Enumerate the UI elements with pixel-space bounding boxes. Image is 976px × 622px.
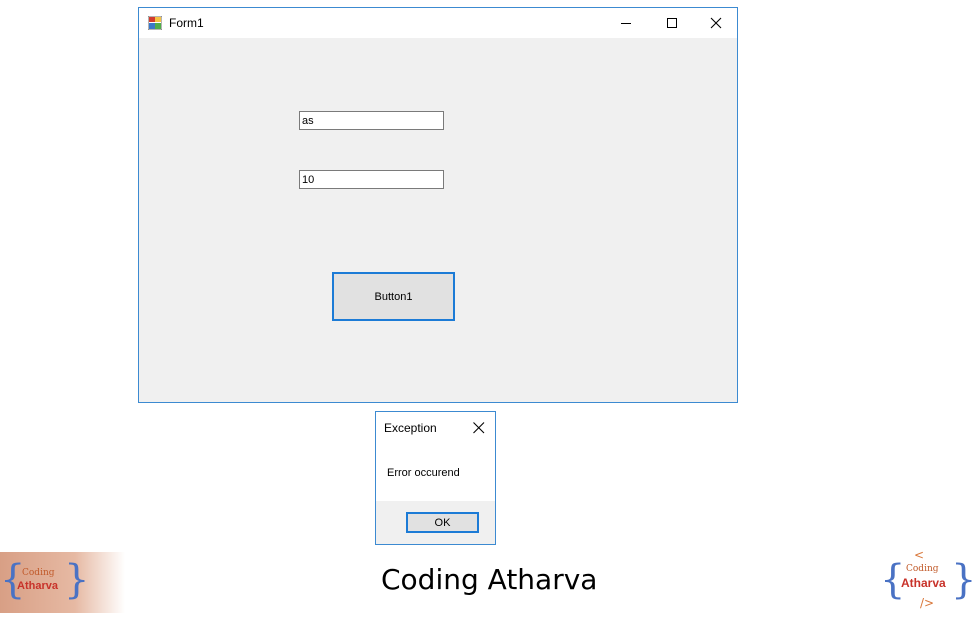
title-bar[interactable]: Form1 — [139, 8, 737, 38]
maximize-icon — [667, 18, 677, 28]
logo-lt-symbol: < — [914, 548, 925, 562]
button1[interactable]: Button1 — [332, 272, 455, 321]
logo-atharva-text: Atharva — [901, 576, 946, 590]
winforms-app-icon — [148, 16, 162, 30]
maximize-button[interactable] — [649, 8, 695, 38]
message-box-text: Error occurend — [387, 467, 460, 479]
logo-atharva-text: Atharva — [17, 580, 58, 592]
window-title: Form1 — [169, 16, 204, 30]
logo-coding-text: Coding — [22, 568, 55, 578]
logo-right: < { Coding Atharva } /> — [880, 548, 976, 614]
logo-coding-text: Coding — [906, 564, 939, 574]
exception-message-box: Exception Error occurend OK — [375, 411, 496, 545]
message-box-footer: OK — [376, 501, 495, 544]
right-brace-icon: } — [64, 557, 90, 603]
minimize-button[interactable] — [603, 8, 649, 38]
textbox2[interactable]: 10 — [299, 170, 444, 189]
right-brace-icon: } — [951, 557, 976, 603]
ok-button[interactable]: OK — [406, 512, 479, 533]
minimize-icon — [621, 23, 631, 24]
message-box-title: Exception — [384, 421, 437, 435]
ok-button-label: OK — [434, 516, 451, 529]
close-icon[interactable] — [471, 420, 487, 436]
form1-window: Form1 as 10 Button1 — [138, 7, 738, 403]
caption-title: Coding Atharva — [381, 563, 598, 596]
textbox1[interactable]: as — [299, 111, 444, 130]
logo-left: { Coding Atharva } — [0, 552, 125, 613]
button1-label: Button1 — [374, 290, 413, 303]
close-icon — [710, 17, 722, 29]
close-button[interactable] — [693, 8, 739, 38]
logo-slash-symbol: /> — [920, 596, 935, 610]
